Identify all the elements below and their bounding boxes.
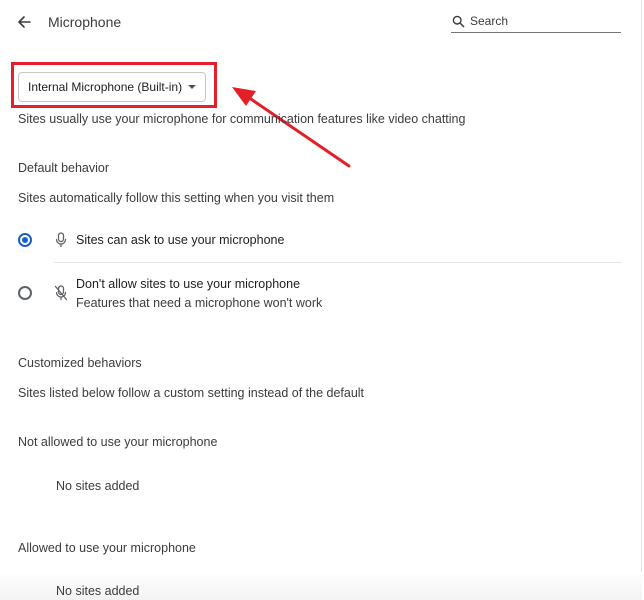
not-allowed-empty-text: No sites added xyxy=(56,479,140,493)
radio-block[interactable] xyxy=(18,286,32,300)
default-behavior-description: Sites automatically follow this setting … xyxy=(18,191,335,205)
not-allowed-section-label: Not allowed to use your microphone xyxy=(18,435,218,449)
allowed-section-label: Allowed to use your microphone xyxy=(18,541,196,555)
search-icon xyxy=(452,15,465,28)
back-button[interactable] xyxy=(12,10,36,34)
default-behavior-heading: Default behavior xyxy=(18,161,110,175)
option-divider xyxy=(54,262,622,263)
search-box[interactable] xyxy=(451,12,621,33)
annotation-highlight-box xyxy=(11,62,217,108)
allowed-empty-text: No sites added xyxy=(56,584,140,598)
radio-allow-ask[interactable] xyxy=(18,233,32,247)
arrow-back-icon xyxy=(18,16,31,28)
search-input[interactable] xyxy=(470,12,618,30)
option-block-sublabel: Features that need a microphone won't wo… xyxy=(76,296,323,310)
microphone-icon xyxy=(55,232,67,248)
intro-text: Sites usually use your microphone for co… xyxy=(18,112,466,126)
customized-behaviors-heading: Customized behaviors xyxy=(18,356,142,370)
settings-page: Microphone Internal Microphone (Built-in… xyxy=(0,0,642,600)
customized-behaviors-description: Sites listed below follow a custom setti… xyxy=(18,386,365,400)
option-block-label: Don't allow sites to use your microphone xyxy=(76,277,301,291)
microphone-off-icon xyxy=(54,285,68,301)
page-header: Microphone xyxy=(0,0,640,46)
page-title: Microphone xyxy=(48,14,122,30)
option-allow-ask-label: Sites can ask to use your microphone xyxy=(76,233,285,247)
